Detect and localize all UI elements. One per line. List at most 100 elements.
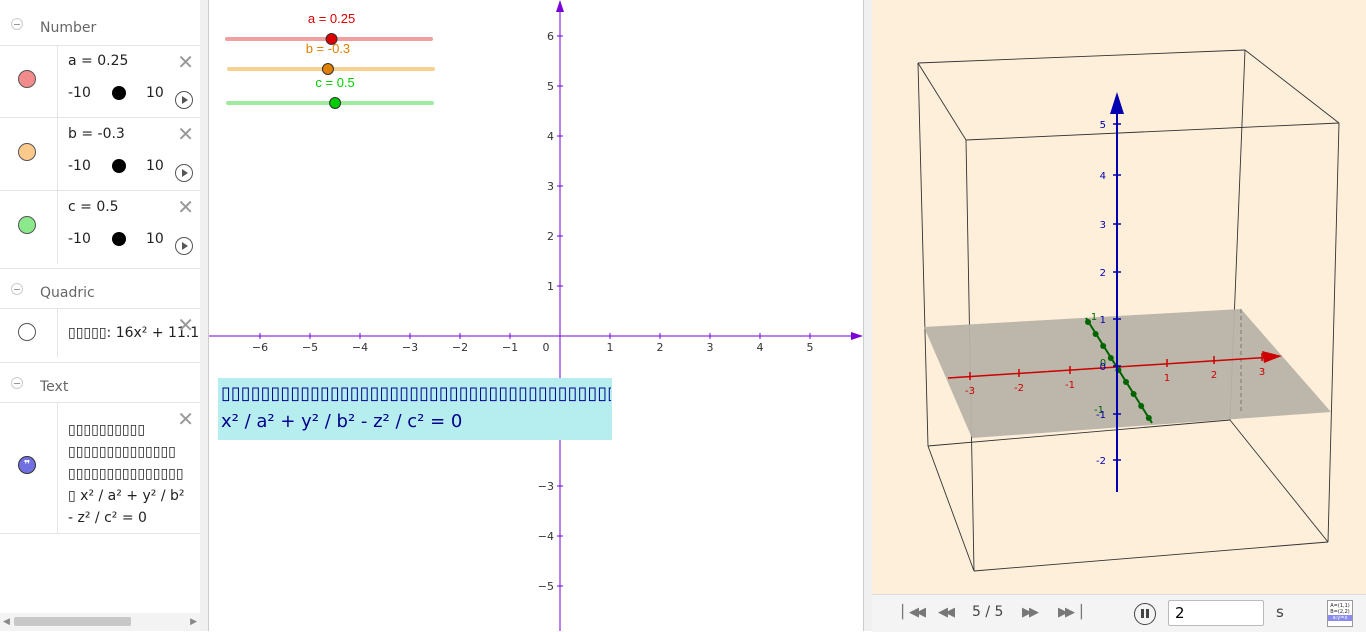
- visibility-toggle-icon[interactable]: [18, 143, 36, 161]
- slider-handle[interactable]: [112, 86, 126, 100]
- algebra-view-toggle-icon[interactable]: A=(1,1) B=(2,2) a:y=x: [1327, 600, 1353, 627]
- equation-text-box[interactable]: ▯▯▯▯▯▯▯▯▯▯▯▯▯▯▯▯▯▯▯▯▯▯▯▯▯▯▯▯▯▯▯▯▯▯▯▯▯▯▯▯…: [218, 378, 612, 440]
- slider-label: b = -0.3: [306, 41, 350, 56]
- group-title: Number: [40, 20, 97, 36]
- group-title: Text: [40, 379, 69, 395]
- item-label[interactable]: c = 0.5: [68, 199, 119, 215]
- graphics-view[interactable]: −6 −5 −4 −3 −2 −1 0 1 2 3 4 5 6 5 4 3 2 1 −3 −4 −5 a = 0.25 b…: [209, 0, 863, 631]
- scrollbar-thumb[interactable]: [14, 617, 131, 626]
- slider-handle[interactable]: [329, 97, 342, 109]
- box-edge: [1244, 49, 1340, 124]
- box-edge: [973, 541, 1329, 572]
- scroll-right-icon[interactable]: ▶: [190, 617, 197, 627]
- slider-max: 10: [146, 158, 164, 174]
- close-icon[interactable]: ✕: [177, 52, 194, 72]
- first-step-icon[interactable]: ▏◀◀: [902, 605, 926, 620]
- close-icon[interactable]: ✕: [177, 409, 194, 429]
- y-axis-point: [1100, 343, 1107, 349]
- slider-min: -10: [68, 231, 91, 247]
- play-icon[interactable]: [175, 164, 193, 182]
- quote-icon[interactable]: ❞: [18, 456, 36, 474]
- graphics-3d-view[interactable]: -3 -2 -1 1 2 3 1 0 -1 5 4 3 2 1 0 -1 -2: [872, 0, 1366, 594]
- y-axis-point: [1123, 379, 1129, 385]
- slider-handle[interactable]: [112, 232, 126, 246]
- y-axis-point: [1107, 355, 1114, 361]
- scroll-left-icon[interactable]: ◀: [3, 617, 10, 627]
- close-icon[interactable]: ✕: [177, 124, 194, 144]
- pause-button[interactable]: [1134, 603, 1156, 625]
- item-label[interactable]: b = -0.3: [68, 126, 125, 142]
- y-tick-label: 2: [547, 230, 554, 243]
- algebra-item-c[interactable]: c = 0.5 ✕ -10 10: [0, 190, 200, 264]
- box-edge: [917, 49, 1246, 64]
- slider-label: c = 0.5: [315, 75, 354, 90]
- x-tick-label: 1: [607, 341, 614, 354]
- view-splitter[interactable]: [200, 0, 209, 631]
- slider-min: -10: [68, 85, 91, 101]
- x-tick-label: 2: [657, 341, 664, 354]
- last-step-icon[interactable]: ▶▶▕: [1058, 605, 1082, 620]
- close-icon[interactable]: ✕: [177, 197, 194, 217]
- visibility-toggle-icon[interactable]: [18, 216, 36, 234]
- box-edge: [1229, 419, 1329, 543]
- equation-text: x² / a² + y² / b² - z² / c² = 0: [221, 411, 463, 432]
- text-line: ▯ x² / a² + y² / b²: [68, 488, 185, 504]
- xy-plane: [924, 309, 1331, 438]
- x-tick-label: −6: [252, 341, 268, 354]
- slider-handle[interactable]: [112, 159, 126, 173]
- text-line: ▯▯▯▯▯▯▯▯▯▯: [68, 422, 146, 438]
- z-tick-label: -1: [1096, 410, 1106, 421]
- y-tick-label: 5: [547, 80, 554, 93]
- text-lines[interactable]: ▯▯▯▯▯▯▯▯▯▯ ▯▯▯▯▯▯▯▯▯▯▯▯▯▯ ▯▯▯▯▯▯▯▯▯▯▯▯▯▯…: [68, 419, 185, 529]
- item-label[interactable]: a = 0.25: [68, 53, 128, 69]
- slider-label: a = 0.25: [308, 11, 355, 26]
- group-title: Quadric: [40, 285, 95, 301]
- z-tick-label: 5: [1100, 120, 1106, 131]
- animation-speed-input[interactable]: [1168, 600, 1264, 626]
- x-tick-label: −4: [352, 341, 368, 354]
- y-tick-label: 3: [547, 180, 554, 193]
- horizontal-scrollbar[interactable]: ◀ ▶: [0, 613, 200, 631]
- animation-toolbar: ▏◀◀ ◀◀ 5 / 5 ▶▶ ▶▶▕ s A=(1,1) B=(2,2) a:…: [872, 594, 1366, 632]
- z-tick-label: 3: [1100, 220, 1106, 231]
- speed-unit: s: [1276, 603, 1284, 621]
- text-box-line: ▯▯▯▯▯▯▯▯▯▯▯▯▯▯▯▯▯▯▯▯▯▯▯▯▯▯▯▯▯▯▯▯▯▯▯▯▯▯▯▯…: [221, 383, 611, 404]
- visibility-toggle-icon[interactable]: [18, 323, 36, 341]
- x-tick-label: 0: [543, 341, 550, 354]
- z-tick-label: -2: [1096, 456, 1106, 467]
- y-tick-label: 6: [547, 30, 554, 43]
- close-icon[interactable]: ✕: [177, 315, 194, 335]
- y-tick-label: −5: [538, 580, 554, 593]
- x-tick-label: 4: [757, 341, 764, 354]
- collapse-icon[interactable]: [11, 18, 23, 30]
- graphics-canvas[interactable]: −6 −5 −4 −3 −2 −1 0 1 2 3 4 5 6 5 4 3 2 1 −3 −4 −5 a = 0.25 b…: [209, 0, 863, 631]
- x-tick-label: −5: [302, 341, 318, 354]
- y-axis-point: [1138, 403, 1145, 409]
- slider-handle[interactable]: [321, 63, 334, 75]
- algebra-item-text[interactable]: ❞ ▯▯▯▯▯▯▯▯▯▯ ▯▯▯▯▯▯▯▯▯▯▯▯▯▯ ▯▯▯▯▯▯▯▯▯▯▯▯…: [0, 402, 200, 534]
- play-icon[interactable]: [175, 237, 193, 255]
- group-header-number[interactable]: Number: [0, 4, 200, 44]
- x-tick-label: −2: [452, 341, 468, 354]
- x-axis-arrow: [851, 332, 863, 340]
- collapse-icon[interactable]: [11, 377, 23, 389]
- z-tick-label: 0: [1100, 362, 1106, 373]
- algebra-item-b[interactable]: b = -0.3 ✕ -10 10: [0, 117, 200, 191]
- y-axis-point: [1092, 331, 1099, 337]
- x-tick-label: -3: [965, 386, 975, 397]
- next-step-icon[interactable]: ▶▶: [1022, 605, 1039, 620]
- sliders[interactable]: a = 0.25 b = -0.3 c = 0.5: [225, 11, 435, 109]
- group-header-quadric[interactable]: Quadric: [0, 268, 200, 309]
- algebra-item-quadric[interactable]: ▯▯▯▯▯: 16x² + 11.1 ✕: [0, 308, 200, 357]
- group-header-text[interactable]: Text: [0, 362, 200, 403]
- y-tick-label: 4: [547, 130, 554, 143]
- visibility-toggle-icon[interactable]: [18, 70, 36, 88]
- y-tick-label: −3: [538, 480, 554, 493]
- play-icon[interactable]: [175, 91, 193, 109]
- collapse-icon[interactable]: [11, 283, 23, 295]
- previous-step-icon[interactable]: ◀◀: [938, 605, 955, 620]
- graphics-3d-canvas[interactable]: -3 -2 -11 2 310-1543210-1-2: [872, 0, 1366, 594]
- z-tick-label: 1: [1100, 315, 1106, 326]
- algebra-item-a[interactable]: a = 0.25 ✕ -10 10: [0, 45, 200, 118]
- box-edge: [917, 62, 929, 447]
